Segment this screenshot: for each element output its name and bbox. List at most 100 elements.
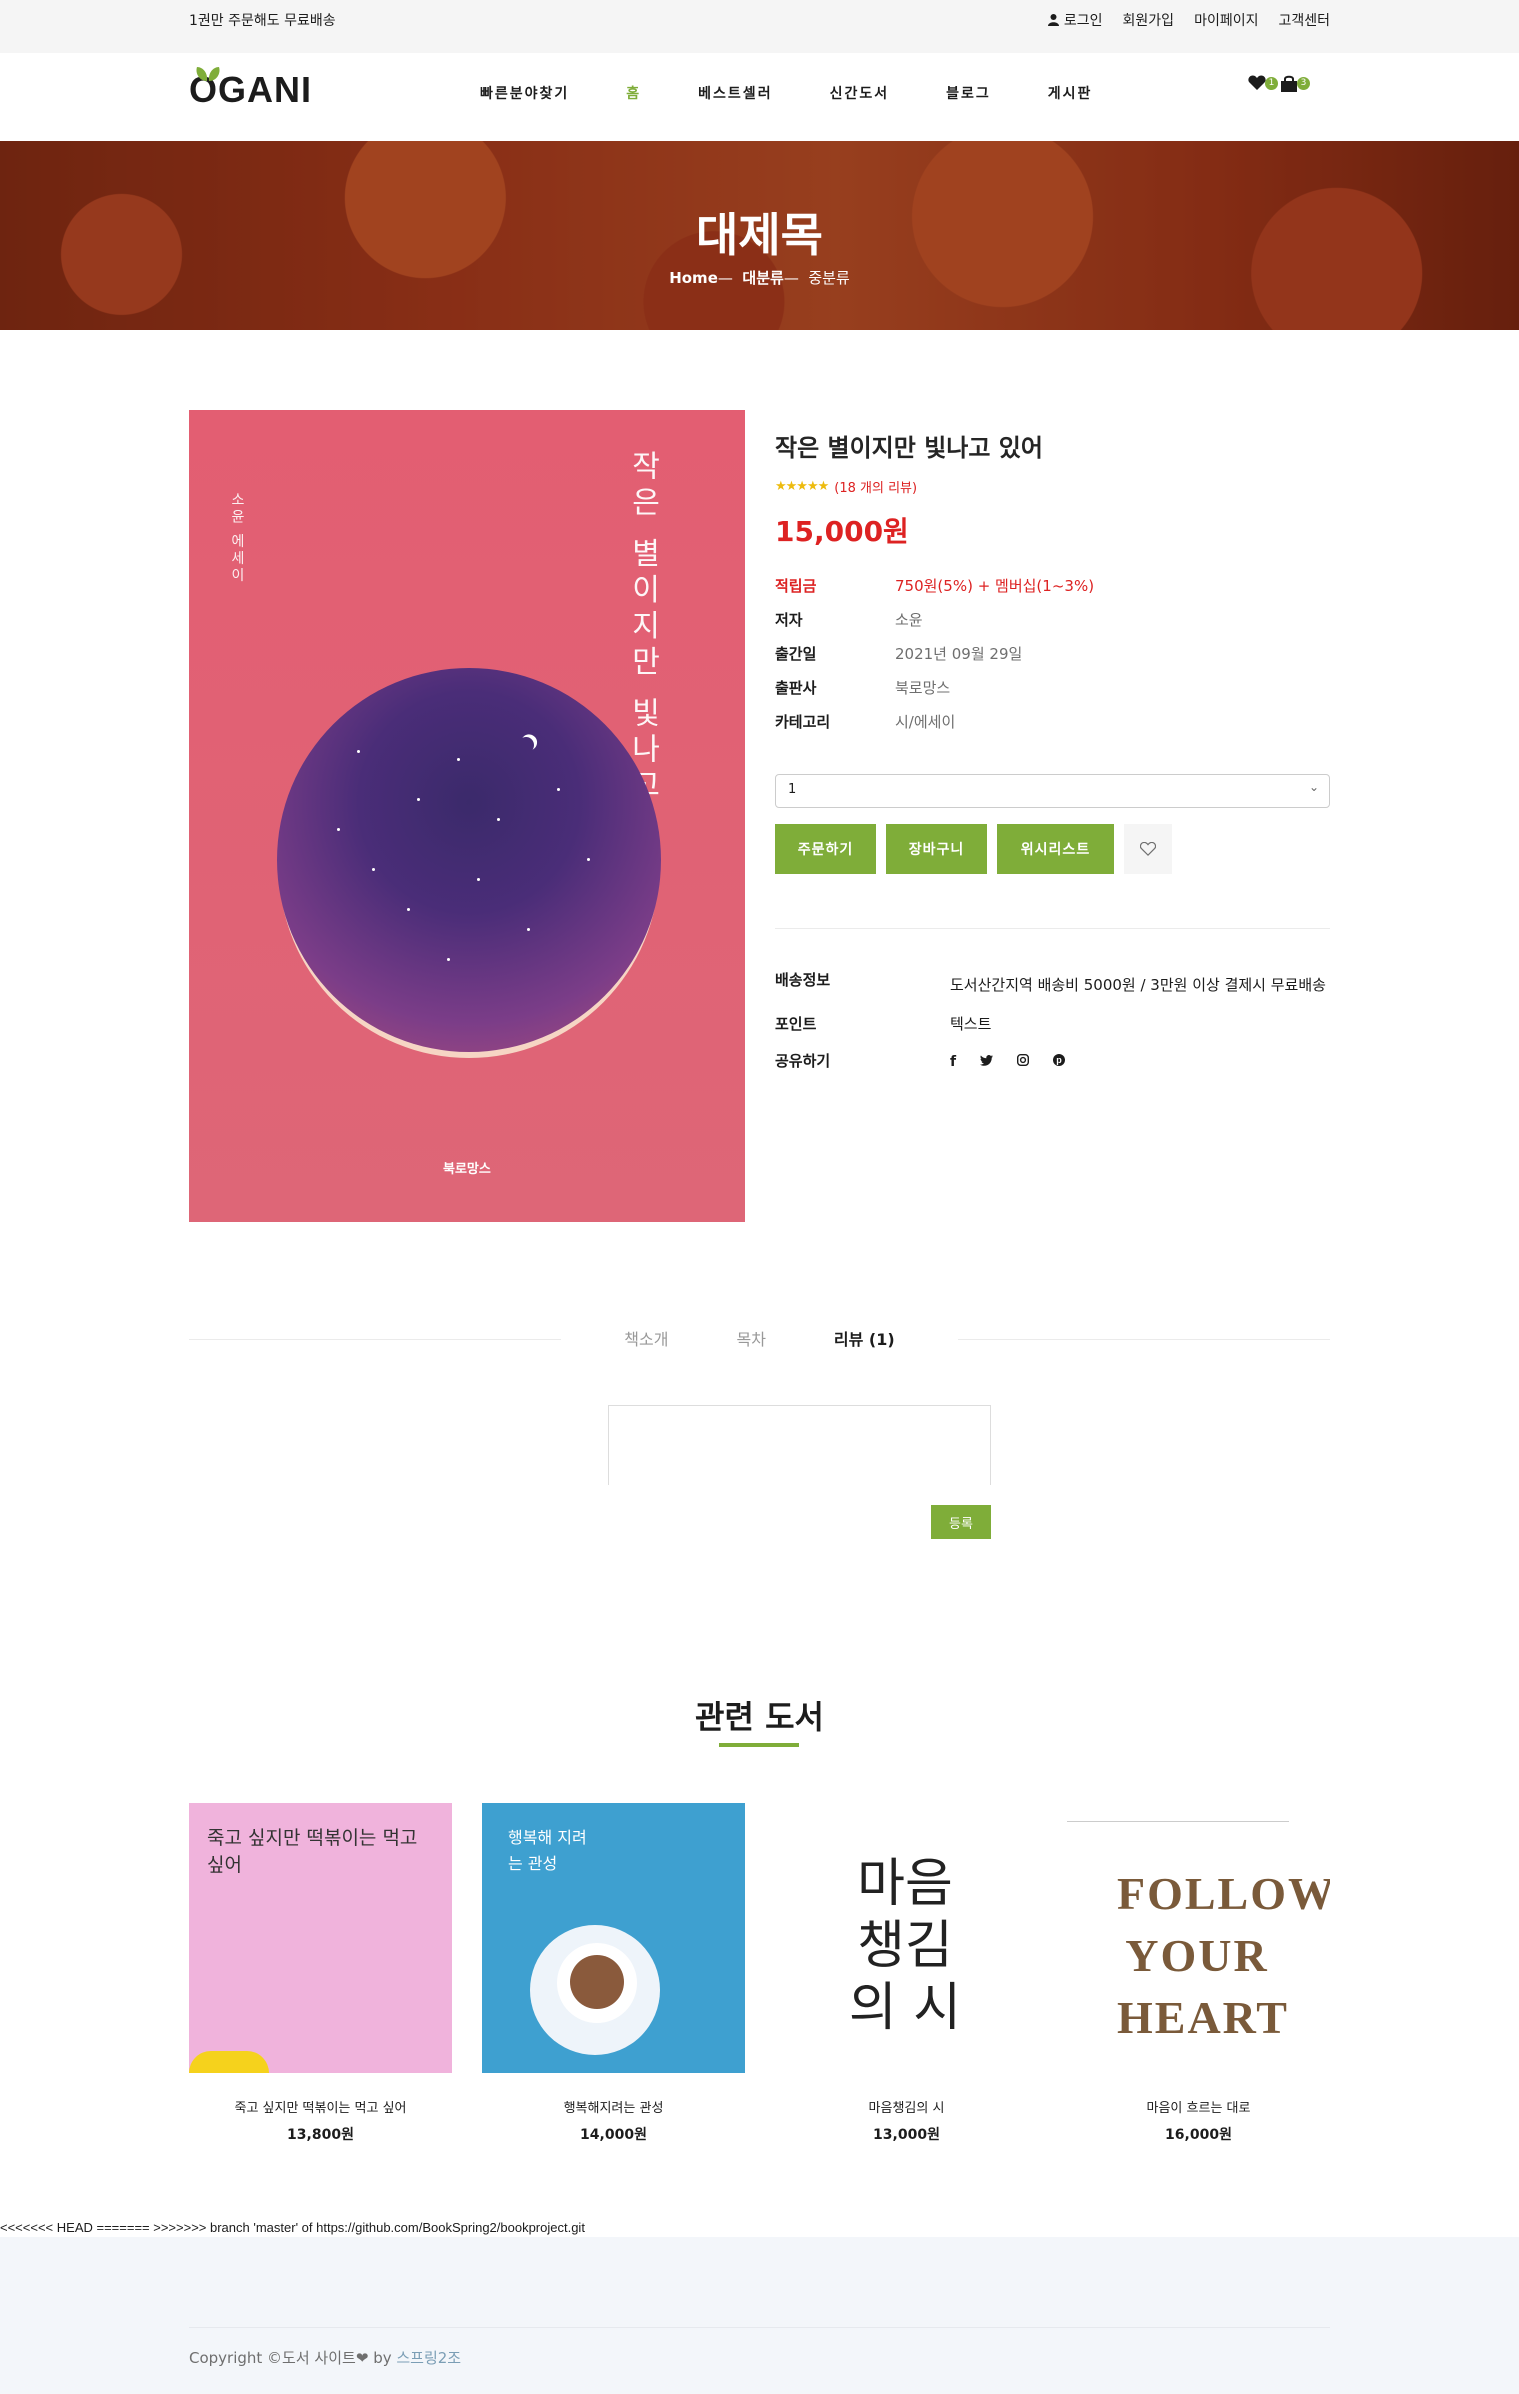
user-icon bbox=[1047, 14, 1059, 26]
footer: Copyright ©도서 사이트❤ by 스프링2조 bbox=[0, 2237, 1519, 2394]
related-card[interactable]: 죽고 싶지만 떡볶이는 먹고 싶어 죽고 싶지만 떡볶이는 먹고 싶어 13,8… bbox=[189, 1803, 452, 2144]
spec-row-publisher: 출판사 북로망스 bbox=[775, 670, 1330, 704]
hero-title: 대제목 bbox=[696, 208, 823, 262]
star bbox=[587, 858, 590, 861]
cover-text: 죽고 싶지만 떡볶이는 먹고 싶어 bbox=[207, 1827, 418, 1876]
cover-publisher: 북로망스 bbox=[443, 1162, 491, 1177]
spec-row-author: 저자 소윤 bbox=[775, 602, 1330, 636]
star bbox=[527, 928, 530, 931]
twitter-icon[interactable] bbox=[980, 1054, 994, 1070]
related-cover-image: 마음 챙김의 시 bbox=[775, 1803, 1038, 2073]
spec-key: 저자 bbox=[775, 610, 803, 629]
review-submit-button[interactable]: 등록 bbox=[931, 1505, 991, 1539]
product-title: 작은 별이지만 빛나고 있어 bbox=[775, 434, 1043, 462]
spec-row-pubdate: 출간일 2021년 09월 29일 bbox=[775, 636, 1330, 670]
star bbox=[357, 750, 360, 753]
action-buttons: 주문하기 장바구니 위시리스트 bbox=[775, 824, 1330, 874]
main-nav: 빠른분야찾기 홈 베스트셀러 신간도서 블로그 게시판 bbox=[480, 83, 1149, 103]
related-card[interactable]: 행복해 지려는 관성 행복해지려는 관성 14,000원 bbox=[482, 1803, 745, 2144]
shipping-info: 배송정보 도서산간지역 배송비 5000원 / 3만원 이상 결제시 무료배송 포… bbox=[775, 969, 1330, 1080]
crescent-moon-icon bbox=[515, 734, 538, 757]
by-text: by bbox=[368, 2349, 397, 2367]
tab-toc[interactable]: 목차 bbox=[736, 1326, 765, 1350]
quantity-value: 1 bbox=[788, 782, 797, 797]
copyright: Copyright ©도서 사이트❤ by 스프링2조 bbox=[189, 2347, 461, 2368]
point-row: 포인트 텍스트 bbox=[775, 1006, 1330, 1043]
star bbox=[417, 798, 420, 801]
tab-description[interactable]: 책소개 bbox=[624, 1326, 668, 1350]
shipping-label: 배송정보 bbox=[775, 971, 831, 989]
instagram-icon[interactable] bbox=[1017, 1053, 1030, 1070]
related-book-name: 행복해지려는 관성 bbox=[563, 2101, 664, 2116]
related-book-name: 마음이 흐르는 대로 bbox=[1146, 2101, 1251, 2116]
breadcrumb-level2: 중분류 bbox=[808, 269, 850, 287]
team-link[interactable]: 스프링2조 bbox=[396, 2349, 461, 2367]
star bbox=[447, 958, 450, 961]
review-count[interactable]: (18 개의 리뷰) bbox=[834, 477, 917, 496]
nav-blog[interactable]: 블로그 bbox=[946, 83, 991, 103]
chevron-down-icon: ⌄ bbox=[1308, 780, 1319, 794]
leaf-icon bbox=[196, 67, 220, 81]
svg-text:p: p bbox=[1056, 1055, 1062, 1065]
point-value: 텍스트 bbox=[950, 1015, 992, 1033]
related-book-price: 13,800원 bbox=[287, 2127, 354, 2143]
hero-banner: 대제목 Home— 대분류— 중분류 bbox=[0, 141, 1519, 330]
header-icons: 1 3 bbox=[1248, 75, 1310, 97]
facebook-icon[interactable]: f bbox=[950, 1054, 956, 1070]
spec-key: 출간일 bbox=[775, 644, 817, 663]
related-book-name: 마음챙김의 시 bbox=[868, 2101, 945, 2116]
breadcrumb: Home— 대분류— 중분류 bbox=[0, 267, 1519, 288]
nav-bestseller[interactable]: 베스트셀러 bbox=[698, 83, 772, 103]
add-to-wishlist-button[interactable]: 위시리스트 bbox=[997, 824, 1114, 874]
star bbox=[557, 788, 560, 791]
shipping-value: 도서산간지역 배송비 5000원 / 3만원 이상 결제시 무료배송 bbox=[950, 976, 1326, 994]
spec-value: 2021년 09월 29일 bbox=[895, 644, 1023, 663]
related-card[interactable]: FOLLOW YOUR HEART 마음이 흐르는 대로 16,000원 bbox=[1067, 1803, 1330, 2144]
product-price: 15,000원 bbox=[775, 515, 909, 548]
cart-count-badge: 3 bbox=[1297, 77, 1310, 90]
login-link[interactable]: 로그인 bbox=[1047, 10, 1103, 30]
nav-category-finder[interactable]: 빠른분야찾기 bbox=[480, 83, 569, 103]
share-links: f p bbox=[950, 1043, 1066, 1080]
cover-moon bbox=[277, 668, 661, 1052]
like-button[interactable] bbox=[1124, 824, 1172, 874]
cart-button[interactable]: 3 bbox=[1280, 75, 1310, 97]
heart-icon bbox=[1248, 75, 1266, 90]
related-book-price: 14,000원 bbox=[580, 2127, 647, 2143]
tab-reviews[interactable]: 리뷰 (1) bbox=[834, 1326, 895, 1350]
nav-home[interactable]: 홈 bbox=[626, 83, 641, 103]
product-specs: 적립금 750원(5%) + 멤버십(1~3%) 저자 소윤 출간일 2021년 09… bbox=[775, 568, 1330, 738]
spec-row-points: 적립금 750원(5%) + 멤버십(1~3%) bbox=[775, 568, 1330, 602]
breadcrumb-sep: — bbox=[717, 269, 743, 287]
shipping-row: 배송정보 도서산간지역 배송비 5000원 / 3만원 이상 결제시 무료배송 bbox=[775, 969, 1330, 1006]
related-cover-image: FOLLOW YOUR HEART bbox=[1067, 1803, 1330, 2073]
breadcrumb-level1[interactable]: 대분류 bbox=[742, 269, 783, 287]
cover-coffee bbox=[570, 1955, 624, 2009]
star bbox=[457, 758, 460, 761]
spec-value: 750원(5%) + 멤버십(1~3%) bbox=[895, 576, 1095, 595]
product-cover-image: 소윤 에세이 작은 별이지만 빛나고 있어 북로망스 bbox=[189, 410, 745, 1222]
customer-center-link[interactable]: 고객센터 bbox=[1278, 10, 1330, 30]
review-textarea[interactable] bbox=[608, 1405, 991, 1485]
quantity-select[interactable]: 1 ⌄ bbox=[775, 774, 1330, 808]
spec-row-category: 카테고리 시/에세이 bbox=[775, 704, 1330, 738]
related-book-price: 16,000원 bbox=[1165, 2127, 1232, 2143]
mypage-link[interactable]: 마이페이지 bbox=[1194, 10, 1258, 30]
order-button[interactable]: 주문하기 bbox=[775, 824, 876, 874]
pinterest-icon[interactable]: p bbox=[1053, 1053, 1066, 1070]
related-cover-image: 행복해 지려는 관성 bbox=[482, 1803, 745, 2073]
title-underline bbox=[719, 1743, 799, 1747]
spec-value: 소윤 bbox=[895, 610, 923, 629]
wishlist-button[interactable]: 1 bbox=[1248, 75, 1278, 97]
cover-text: 행복해 지려는 관성 bbox=[508, 1828, 587, 1873]
related-card[interactable]: 마음 챙김의 시 마음챙김의 시 13,000원 bbox=[775, 1803, 1038, 2144]
nav-new-books[interactable]: 신간도서 bbox=[830, 83, 890, 103]
shopping-bag-icon bbox=[1281, 75, 1297, 92]
cover-title-col1: 작은 별이지만 bbox=[625, 450, 660, 682]
free-shipping-notice: 1권만 주문해도 무료배송 bbox=[189, 13, 336, 29]
breadcrumb-home[interactable]: Home bbox=[669, 269, 718, 287]
add-to-cart-button[interactable]: 장바구니 bbox=[886, 824, 987, 874]
logo[interactable]: OGANI bbox=[189, 67, 312, 111]
nav-board[interactable]: 게시판 bbox=[1048, 83, 1093, 103]
signup-link[interactable]: 회원가입 bbox=[1123, 10, 1175, 30]
